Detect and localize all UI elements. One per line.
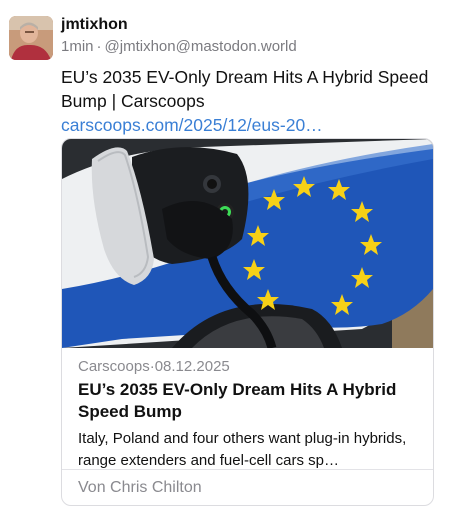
meta-separator: · <box>96 38 102 55</box>
post-text: EU’s 2035 EV-Only Dream Hits A Hybrid Sp… <box>61 67 429 111</box>
card-divider <box>62 469 433 470</box>
status-post: jmtixhon 1min · @jmtixhon@mastodon.world E… <box>0 0 450 512</box>
card-date: 08.12.2025 <box>154 358 230 375</box>
post-link[interactable]: carscoops.com/2025/12/eus-20… <box>61 115 323 135</box>
card-byline[interactable]: Von Chris Chilton <box>78 478 202 498</box>
author-handle[interactable]: @jmtixhon@mastodon.world <box>105 38 297 55</box>
card-description: Italy, Poland and four others want plug-… <box>78 430 407 469</box>
author-display-name[interactable]: jmtixhon <box>61 15 297 35</box>
card-image[interactable] <box>62 139 433 348</box>
post-meta: 1min · @jmtixhon@mastodon.world <box>61 37 297 57</box>
card-body: Carscoops·08.12.2025 EU’s 2035 EV-Only D… <box>78 357 423 472</box>
card-title[interactable]: EU’s 2035 EV-Only Dream Hits A Hybrid Sp… <box>78 379 423 423</box>
avatar[interactable] <box>9 16 53 60</box>
post-time[interactable]: 1min <box>61 38 94 55</box>
link-preview-card[interactable]: Carscoops·08.12.2025 EU’s 2035 EV-Only D… <box>61 138 434 506</box>
card-source-line: Carscoops·08.12.2025 <box>78 357 423 377</box>
ev-charging-eu-flag-photo-icon <box>62 139 433 348</box>
user-avatar-icon <box>9 16 53 60</box>
card-source: Carscoops <box>78 358 150 375</box>
post-content: EU’s 2035 EV-Only Dream Hits A Hybrid Sp… <box>61 65 433 137</box>
post-author: jmtixhon 1min · @jmtixhon@mastodon.world <box>61 15 297 57</box>
